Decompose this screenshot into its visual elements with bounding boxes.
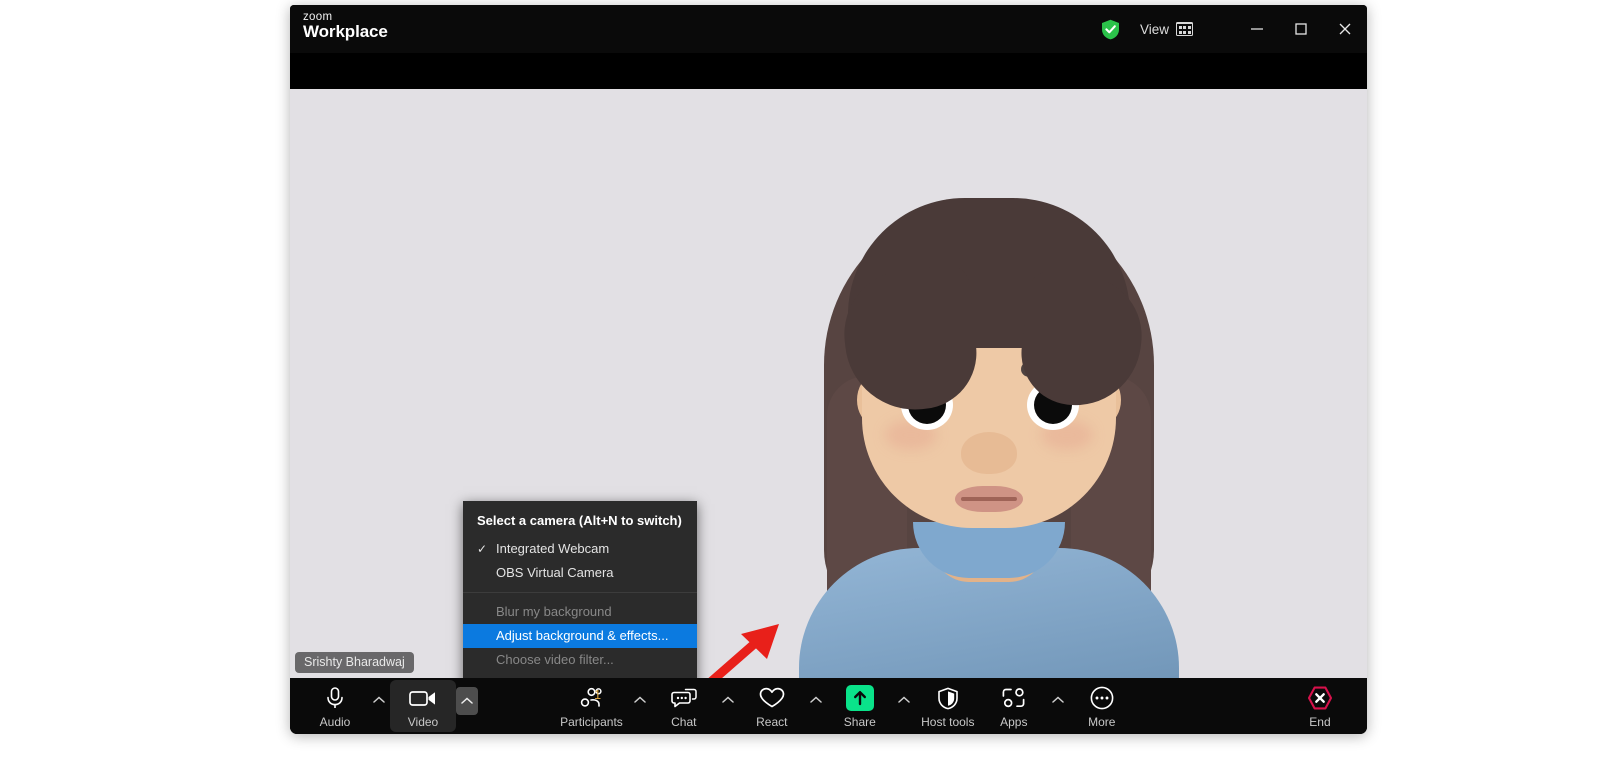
participants-button-label: Participants xyxy=(560,715,623,729)
participant-name-tag: Srishty Bharadwaj xyxy=(295,652,414,673)
context-menu-title: Select a camera (Alt+N to switch) xyxy=(477,513,682,528)
zoom-workplace-logo: zoom Workplace xyxy=(303,11,388,41)
avatar-nose xyxy=(960,432,1017,474)
video-control-group: Video xyxy=(390,680,478,732)
menu-item-integrated-webcam[interactable]: ✓ Integrated Webcam xyxy=(463,537,697,561)
menu-item-blur-my-background: Blur my background xyxy=(463,600,697,624)
participants-options-chevron-icon[interactable] xyxy=(629,687,651,713)
share-screen-icon xyxy=(845,685,874,711)
check-icon: ✓ xyxy=(477,542,488,556)
title-bar-controls: View xyxy=(1101,5,1367,53)
toolbar-left-group: Audio Video xyxy=(290,680,478,732)
apps-control-group: Apps xyxy=(981,680,1069,732)
shield-check-icon[interactable] xyxy=(1101,19,1120,40)
video-button[interactable]: Video xyxy=(390,680,456,732)
view-button-label: View xyxy=(1139,21,1169,37)
end-meeting-button[interactable]: End xyxy=(1287,680,1353,732)
close-button[interactable] xyxy=(1323,5,1367,53)
share-button[interactable]: Share xyxy=(827,680,893,732)
more-button-label: More xyxy=(1088,715,1116,729)
host-shield-icon xyxy=(937,685,959,711)
menu-item-label: Choose video filter... xyxy=(496,652,614,667)
menu-separator xyxy=(463,592,697,593)
end-meeting-button-label: End xyxy=(1309,715,1331,729)
video-canvas: Srishty Bharadwaj Select a camera (Alt+N… xyxy=(290,89,1367,678)
share-options-chevron-icon[interactable] xyxy=(893,687,915,713)
apps-button-label: Apps xyxy=(1000,715,1028,729)
menu-item-choose-avatar[interactable]: Choose avatar... xyxy=(463,672,697,678)
microphone-icon xyxy=(324,685,346,711)
menu-item-label: Blur my background xyxy=(496,604,612,619)
share-button-label: Share xyxy=(843,715,876,729)
menu-item-adjust-background-effects[interactable]: Adjust background & effects... xyxy=(463,624,697,648)
host-tools-button[interactable]: Host tools xyxy=(915,680,981,732)
participants-control-group: 1 Participants xyxy=(554,680,651,732)
apps-button[interactable]: Apps xyxy=(981,680,1047,732)
title-bar: zoom Workplace View xyxy=(290,5,1367,53)
more-icon xyxy=(1090,685,1114,711)
react-button[interactable]: React xyxy=(739,680,805,732)
host-tools-button-label: Host tools xyxy=(921,715,975,729)
audio-options-chevron-icon[interactable] xyxy=(368,687,390,713)
screen: zoom Workplace View Srishty Bharadwaj Se… xyxy=(0,0,1600,762)
menu-item-choose-video-filter: Choose video filter... xyxy=(463,648,697,672)
menu-item-label: OBS Virtual Camera xyxy=(496,565,614,580)
chat-control-group: Chat xyxy=(651,680,739,732)
zoom-meeting-window: zoom Workplace View Srishty Bharadwaj Se… xyxy=(290,5,1367,734)
grid-layout-icon xyxy=(1176,22,1193,36)
chat-options-chevron-icon[interactable] xyxy=(717,687,739,713)
react-control-group: React xyxy=(739,680,827,732)
menu-item-label: Choose avatar... xyxy=(496,676,591,678)
react-button-label: React xyxy=(756,715,788,729)
camera-icon xyxy=(409,685,437,711)
audio-button-label: Audio xyxy=(319,715,351,729)
avatar-mouth xyxy=(954,486,1023,512)
video-button-label: Video xyxy=(407,715,439,729)
toolbar-center-group: 1 Participants Chat React Share Host too… xyxy=(554,680,1135,732)
minimize-button[interactable] xyxy=(1235,5,1279,53)
audio-button[interactable]: Audio xyxy=(302,680,368,732)
chat-button[interactable]: Chat xyxy=(651,680,717,732)
avatar xyxy=(789,158,1189,678)
apps-icon xyxy=(1001,685,1027,711)
view-button[interactable]: View xyxy=(1140,22,1193,37)
brand-workplace-text: Workplace xyxy=(303,22,388,42)
chat-button-label: Chat xyxy=(671,715,697,729)
participants-button[interactable]: 1 Participants xyxy=(554,680,629,732)
participants-count: 1 xyxy=(594,688,602,702)
video-options-chevron-icon[interactable] xyxy=(456,687,478,715)
menu-item-label: Integrated Webcam xyxy=(496,541,610,556)
meeting-toolbar: Audio Video 1 Participants Chat React Sh… xyxy=(290,678,1367,734)
camera-context-menu: Select a camera (Alt+N to switch) ✓ Inte… xyxy=(463,501,697,678)
menu-item-label: Adjust background & effects... xyxy=(496,628,669,643)
heart-icon xyxy=(759,685,785,711)
menu-item-obs-virtual-camera[interactable]: OBS Virtual Camera xyxy=(463,561,697,585)
more-button[interactable]: More xyxy=(1069,680,1135,732)
share-control-group: Share xyxy=(827,680,915,732)
chat-icon xyxy=(670,685,697,711)
end-call-icon xyxy=(1307,685,1333,711)
audio-control-group: Audio xyxy=(302,680,390,732)
maximize-button[interactable] xyxy=(1279,5,1323,53)
toolbar-right-group: End xyxy=(1287,680,1367,732)
apps-options-chevron-icon[interactable] xyxy=(1047,687,1069,713)
react-options-chevron-icon[interactable] xyxy=(805,687,827,713)
